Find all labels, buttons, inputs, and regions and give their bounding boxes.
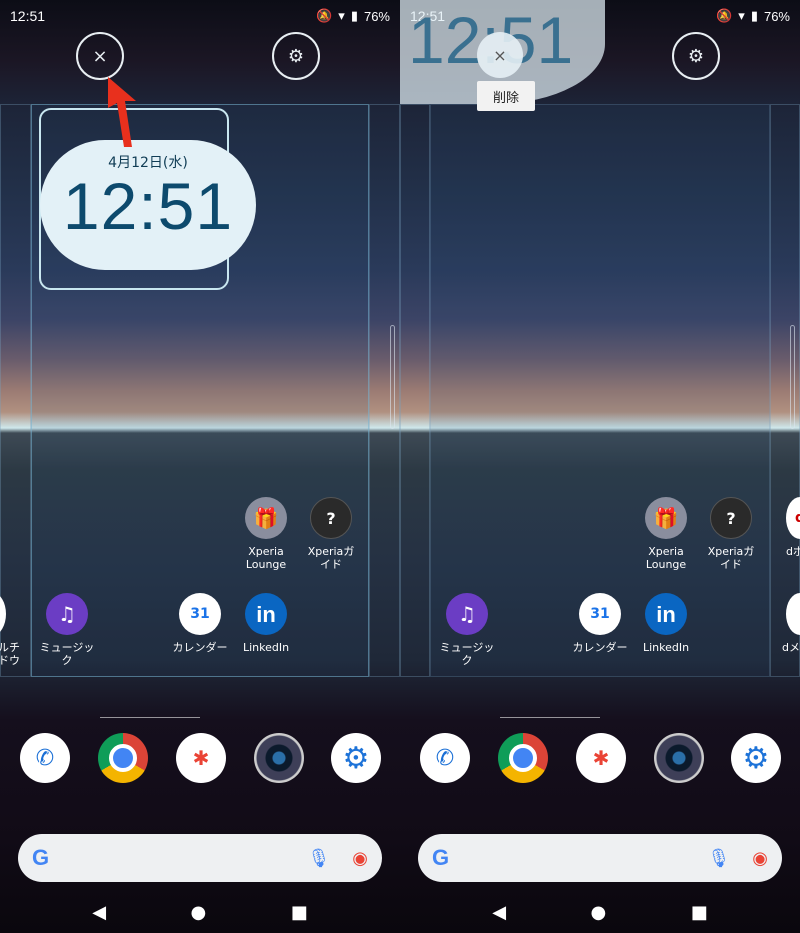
calendar-icon: 31	[579, 593, 621, 635]
chrome-icon[interactable]	[498, 733, 548, 783]
mute-icon: 🔕	[716, 8, 733, 23]
back-icon[interactable]: ◀	[92, 902, 106, 923]
back-icon[interactable]: ◀	[492, 902, 506, 923]
app-linkedin[interactable]: in LinkedIn	[626, 593, 706, 654]
battery-level: 76%	[363, 8, 390, 24]
app-label: ミュージック	[39, 641, 95, 667]
app-xperia-guide[interactable]: ? Xperiaガイド	[691, 497, 771, 571]
close-icon[interactable]: ×	[76, 32, 124, 80]
app-music[interactable]: ♫ ミュージック	[427, 593, 507, 667]
next-page-strip[interactable]	[770, 104, 800, 677]
app-linkedin[interactable]: in LinkedIn	[226, 593, 306, 654]
search-bar[interactable]: G 🎙 ◉	[18, 834, 382, 882]
home-icon[interactable]: ●	[591, 902, 607, 923]
status-icons: 🔕 ▾ ▮ 76%	[716, 8, 790, 24]
app-label: ミュージック	[439, 641, 495, 667]
chrome-icon[interactable]	[98, 733, 148, 783]
recent-apps-icon[interactable]: ■	[691, 902, 708, 923]
photos-icon[interactable]: ✱	[176, 733, 226, 783]
recent-apps-icon[interactable]: ■	[291, 902, 308, 923]
gift-icon: 🎁	[245, 497, 287, 539]
settings-app-icon[interactable]: ⚙	[331, 733, 381, 783]
prev-page-strip[interactable]	[0, 104, 31, 677]
app-label: dポ	[786, 545, 800, 558]
home-icon[interactable]: ●	[191, 902, 207, 923]
lens-icon[interactable]: ◉	[752, 848, 768, 869]
nav-bar: ◀ ● ■	[50, 895, 350, 929]
question-icon: ?	[710, 497, 752, 539]
phone-icon[interactable]: ✆	[420, 733, 470, 783]
app-label: Xperiaガイド	[707, 545, 755, 571]
linkedin-icon: in	[645, 593, 687, 635]
mute-icon: 🔕	[316, 8, 333, 23]
app-label: dメ	[782, 641, 800, 654]
dmail-icon	[0, 593, 6, 635]
clock-widget[interactable]: 4月12日(水) 12:51	[40, 140, 256, 270]
settings-app-icon[interactable]: ⚙	[731, 733, 781, 783]
dock-divider	[500, 717, 600, 718]
app-label: LinkedIn	[242, 641, 290, 654]
gear-icon[interactable]: ⚙	[672, 32, 720, 80]
scroll-handle[interactable]	[790, 325, 795, 429]
left-screen: 12:51 🔕 ▾ ▮ 76% × ⚙ 4月12日(水) 12:51 🎁 Xpe…	[0, 0, 400, 933]
photos-icon[interactable]: ✱	[576, 733, 626, 783]
music-note-icon: ♫	[446, 593, 488, 635]
red-arrow-annotation	[108, 77, 136, 147]
mic-icon[interactable]: 🎙	[707, 848, 730, 869]
camera-icon[interactable]	[654, 733, 704, 783]
app-dpoint-partial[interactable]: d dポ	[772, 497, 800, 558]
remove-close-icon[interactable]: ×	[477, 32, 523, 78]
battery-level: 76%	[763, 8, 790, 24]
search-bar[interactable]: G 🎙 ◉	[418, 834, 782, 882]
remove-button[interactable]: 削除	[477, 81, 535, 111]
app-dmail-partial[interactable]: dメ	[772, 593, 800, 654]
mic-icon[interactable]: 🎙	[307, 848, 330, 869]
clock-date: 4月12日(水)	[108, 155, 188, 171]
gift-icon: 🎁	[645, 497, 687, 539]
camera-icon[interactable]	[254, 733, 304, 783]
app-label: LinkedIn	[642, 641, 690, 654]
dock-divider	[100, 717, 200, 718]
battery-icon: ▮	[350, 8, 358, 23]
right-screen: 12:51 🔕 ▾ ▮ 76% 12:51 ⚙ 🎁 Xperia Lounge …	[400, 0, 800, 933]
nav-bar: ◀ ● ■	[450, 895, 750, 929]
prev-page-strip[interactable]	[400, 104, 430, 677]
home-page-frame	[430, 104, 770, 677]
app-xperia-guide[interactable]: ? Xperiaガイド	[291, 497, 371, 571]
app-label: メルチ ドウ	[0, 641, 20, 667]
app-dmail-partial[interactable]: メルチ ドウ	[0, 593, 20, 667]
gear-icon[interactable]: ⚙	[272, 32, 320, 80]
wifi-icon: ▾	[338, 8, 345, 23]
google-icon: G	[432, 845, 450, 870]
battery-icon: ▮	[750, 8, 758, 23]
question-icon: ?	[310, 497, 352, 539]
google-icon: G	[32, 845, 50, 870]
lens-icon[interactable]: ◉	[352, 848, 368, 869]
status-time: 12:51	[10, 8, 46, 24]
next-page-strip[interactable]	[369, 104, 400, 677]
app-music[interactable]: ♫ ミュージック	[27, 593, 107, 667]
status-icons: 🔕 ▾ ▮ 76%	[316, 8, 390, 24]
app-label: Xperiaガイド	[307, 545, 355, 571]
dmail-icon	[786, 593, 800, 635]
dpoint-icon: d	[786, 497, 800, 539]
calendar-icon: 31	[179, 593, 221, 635]
linkedin-icon: in	[245, 593, 287, 635]
status-bar: 12:51 🔕 ▾ ▮ 76%	[0, 0, 400, 32]
music-note-icon: ♫	[46, 593, 88, 635]
scroll-handle[interactable]	[390, 325, 395, 429]
phone-icon[interactable]: ✆	[20, 733, 70, 783]
wifi-icon: ▾	[738, 8, 745, 23]
clock-time: 12:51	[62, 169, 234, 243]
